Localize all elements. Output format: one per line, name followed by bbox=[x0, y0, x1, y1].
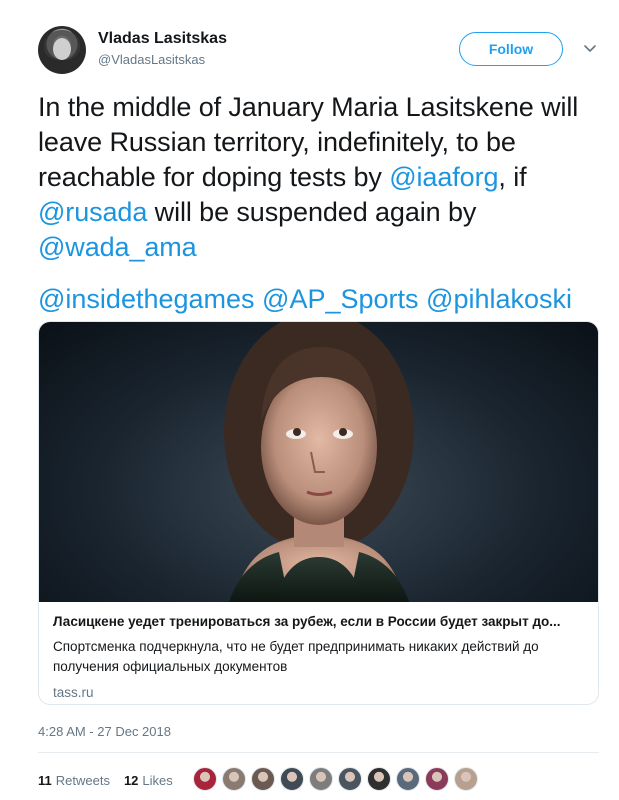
author-name[interactable]: Vladas Lasitskas bbox=[98, 30, 227, 48]
retweets-stat[interactable]: 11 Retweets bbox=[38, 773, 110, 788]
liker-avatar[interactable] bbox=[396, 767, 420, 791]
tweet-stats: 11 Retweets 12 Likes bbox=[38, 767, 173, 793]
mention-iaaforg[interactable]: @iaaforg bbox=[389, 162, 498, 192]
liker-avatar[interactable] bbox=[367, 767, 391, 791]
mention-wada-ama[interactable]: @wada_ama bbox=[38, 232, 197, 262]
author-avatar[interactable] bbox=[38, 26, 86, 74]
retweets-count: 11 bbox=[38, 772, 52, 788]
tweet-text-segment: will be suspended again by bbox=[147, 197, 477, 227]
likes-count: 12 bbox=[123, 772, 139, 788]
tweet-line: In the middle of January Maria Lasitsken… bbox=[38, 92, 579, 122]
chevron-down-icon[interactable] bbox=[582, 40, 598, 56]
card-description: Спортсменка подчеркнула, что не будет пр… bbox=[53, 639, 539, 674]
tweet-text-segment: , if bbox=[498, 162, 527, 192]
card-title[interactable]: Ласицкене уедет тренироваться за рубеж, … bbox=[53, 612, 588, 632]
retweets-label: Retweets bbox=[55, 772, 110, 788]
tweet-timestamp[interactable]: 4:28 AM - 27 Dec 2018 bbox=[38, 724, 171, 739]
mentions-line: @insidethegames @AP_Sports @pihlakoski bbox=[38, 282, 572, 317]
liker-avatar[interactable] bbox=[193, 767, 217, 791]
liker-avatar[interactable] bbox=[425, 767, 449, 791]
tweet-text: In the middle of January Maria Lasitsken… bbox=[38, 90, 608, 265]
mention-rusada[interactable]: @rusada bbox=[38, 197, 147, 227]
liker-avatar[interactable] bbox=[309, 767, 333, 791]
tweet-line: @wada_ama bbox=[38, 230, 608, 265]
tweet-line: leave Russian territory, indefinitely, t… bbox=[38, 127, 516, 157]
divider bbox=[38, 752, 599, 753]
card-text[interactable]: Ласицкене уедет тренироваться за рубеж, … bbox=[53, 612, 588, 702]
follow-button[interactable]: Follow bbox=[459, 32, 563, 66]
liker-avatar[interactable] bbox=[222, 767, 246, 791]
tweet-line: @rusada will be suspended again by bbox=[38, 195, 608, 230]
tweet-text-segment: reachable for doping tests by bbox=[38, 162, 390, 192]
likers-list bbox=[193, 767, 483, 793]
liker-avatar[interactable] bbox=[454, 767, 478, 791]
likes-stat[interactable]: 12 Likes bbox=[124, 773, 173, 788]
likes-label: Likes bbox=[142, 772, 173, 788]
author-handle[interactable]: @VladasLasitskas bbox=[98, 52, 205, 67]
liker-avatar[interactable] bbox=[251, 767, 275, 791]
link-card[interactable]: Ласицкене уедет тренироваться за рубеж, … bbox=[38, 321, 599, 705]
tweet-line: reachable for doping tests by @iaaforg, … bbox=[38, 160, 608, 195]
card-domain: tass.ru bbox=[53, 685, 94, 700]
liker-avatar[interactable] bbox=[280, 767, 304, 791]
mention-ap-sports[interactable]: @AP_Sports bbox=[262, 284, 418, 314]
tweet-header: Vladas Lasitskas @VladasLasitskas Follow bbox=[38, 26, 608, 76]
liker-avatar[interactable] bbox=[338, 767, 362, 791]
card-image[interactable] bbox=[39, 322, 598, 602]
mention-pihlakoski[interactable]: @pihlakoski bbox=[426, 284, 572, 314]
mention-insidethegames[interactable]: @insidethegames bbox=[38, 284, 255, 314]
